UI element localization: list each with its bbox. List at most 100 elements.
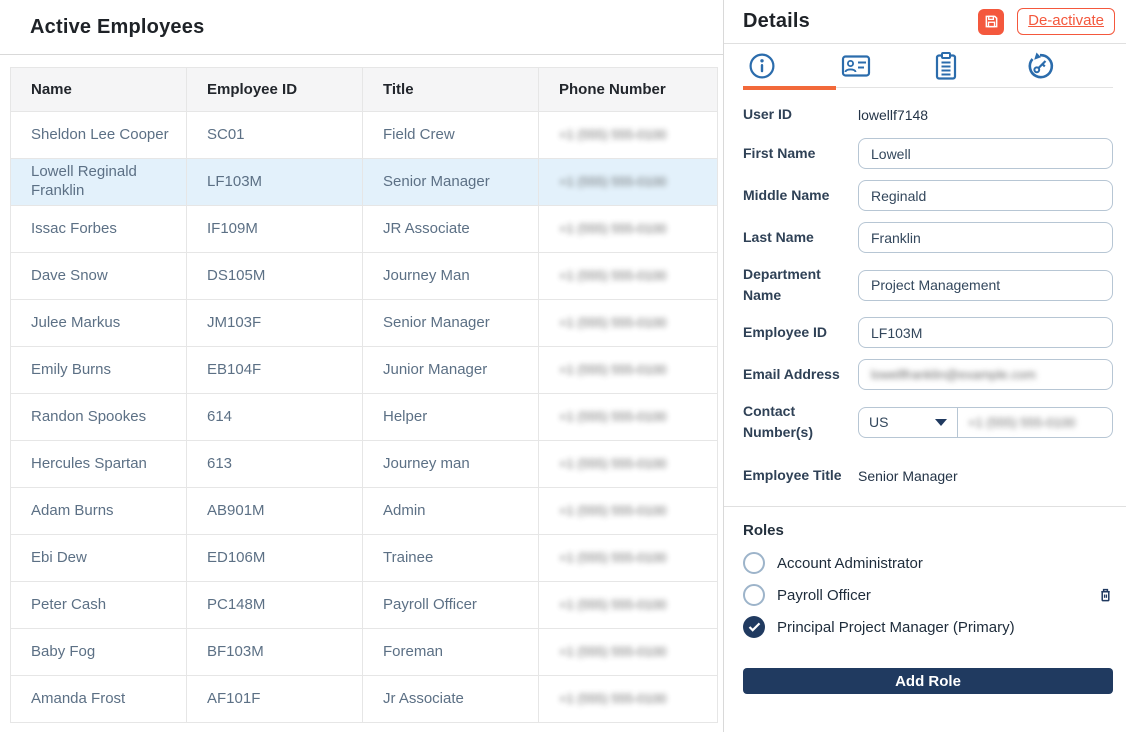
cell-phone-number[interactable]: +1 (555) 555-0100: [538, 393, 718, 441]
cell-title[interactable]: Helper: [362, 393, 539, 441]
cell-title[interactable]: Junior Manager: [362, 346, 539, 394]
cell-name[interactable]: Baby Fog: [10, 628, 187, 676]
middle-name-label: Middle Name: [743, 187, 830, 203]
save-button[interactable]: [978, 8, 1005, 35]
cell-name[interactable]: Randon Spookes: [10, 393, 187, 441]
cell-name[interactable]: Sheldon Lee Cooper: [10, 111, 187, 159]
cell-employee-id[interactable]: 614: [186, 393, 363, 441]
last-name-field[interactable]: [858, 222, 1113, 253]
add-role-button[interactable]: Add Role: [743, 668, 1113, 694]
cell-name[interactable]: Peter Cash: [10, 581, 187, 629]
phone-number-redacted: +1 (555) 555-0100: [559, 549, 667, 565]
table-row[interactable]: Baby Fog BF103M Foreman +1 (555) 555-010…: [10, 628, 718, 676]
cell-title[interactable]: Jr Associate: [362, 675, 539, 723]
table-row[interactable]: Emily Burns EB104F Junior Manager +1 (55…: [10, 346, 718, 394]
cell-phone-number[interactable]: +1 (555) 555-0100: [538, 158, 718, 206]
role-label: Principal Project Manager (Primary): [777, 618, 1015, 636]
cell-employee-id[interactable]: EB104F: [186, 346, 363, 394]
cell-employee-id[interactable]: JM103F: [186, 299, 363, 347]
cell-employee-id[interactable]: IF109M: [186, 205, 363, 253]
cell-employee-id[interactable]: LF103M: [186, 158, 363, 206]
table-row[interactable]: Ebi Dew ED106M Trainee +1 (555) 555-0100: [10, 534, 718, 582]
cell-name[interactable]: Amanda Frost: [10, 675, 187, 723]
cell-phone-number[interactable]: +1 (555) 555-0100: [538, 487, 718, 535]
cell-phone-number[interactable]: +1 (555) 555-0100: [538, 346, 718, 394]
cell-name[interactable]: Lowell Reginald Franklin: [10, 158, 187, 206]
table-row[interactable]: Julee Markus JM103F Senior Manager +1 (5…: [10, 299, 718, 347]
cell-employee-id[interactable]: SC01: [186, 111, 363, 159]
table-row[interactable]: Hercules Spartan 613 Journey man +1 (555…: [10, 440, 718, 488]
cell-employee-id[interactable]: DS105M: [186, 252, 363, 300]
cell-employee-id[interactable]: PC148M: [186, 581, 363, 629]
cell-phone-number[interactable]: +1 (555) 555-0100: [538, 205, 718, 253]
first-name-field[interactable]: [858, 138, 1113, 169]
tab-id-card[interactable]: [836, 44, 929, 87]
delete-role-button[interactable]: [1098, 587, 1113, 603]
info-icon: [747, 51, 777, 81]
cell-name[interactable]: Adam Burns: [10, 487, 187, 535]
active-employees-panel: Active Employees Name Employee ID Title …: [0, 0, 723, 732]
cell-title[interactable]: Foreman: [362, 628, 539, 676]
country-code-select[interactable]: US: [859, 407, 958, 437]
table-row[interactable]: Issac Forbes IF109M JR Associate +1 (555…: [10, 205, 718, 253]
role-radio-unchecked[interactable]: [743, 552, 765, 574]
cell-name[interactable]: Hercules Spartan: [10, 440, 187, 488]
caret-down-icon: [935, 418, 947, 426]
cell-name[interactable]: Dave Snow: [10, 252, 187, 300]
cell-employee-id[interactable]: AF101F: [186, 675, 363, 723]
field-row-middle-name: Middle Name: [743, 180, 1113, 211]
user-id-label: User ID: [743, 106, 793, 122]
cell-name[interactable]: Julee Markus: [10, 299, 187, 347]
cell-phone-number[interactable]: +1 (555) 555-0100: [538, 299, 718, 347]
cell-title[interactable]: Field Crew: [362, 111, 539, 159]
cell-title[interactable]: Admin: [362, 487, 539, 535]
middle-name-field[interactable]: [858, 180, 1113, 211]
phone-number-redacted: +1 (555) 555-0100: [559, 690, 667, 706]
cell-name[interactable]: Emily Burns: [10, 346, 187, 394]
cell-phone-number[interactable]: +1 (555) 555-0100: [538, 252, 718, 300]
deactivate-button[interactable]: De-activate: [1017, 8, 1115, 35]
table-row[interactable]: Amanda Frost AF101F Jr Associate +1 (555…: [10, 675, 718, 723]
employee-table: Name Employee ID Title Phone Number Shel…: [10, 67, 718, 723]
details-header: Details De-activate: [724, 0, 1126, 44]
cell-phone-number[interactable]: +1 (555) 555-0100: [538, 534, 718, 582]
table-row[interactable]: Peter Cash PC148M Payroll Officer +1 (55…: [10, 581, 718, 629]
check-icon: [748, 622, 761, 632]
cell-title[interactable]: Trainee: [362, 534, 539, 582]
cell-title[interactable]: Journey man: [362, 440, 539, 488]
cell-phone-number[interactable]: +1 (555) 555-0100: [538, 581, 718, 629]
cell-title[interactable]: Senior Manager: [362, 158, 539, 206]
department-name-field[interactable]: [858, 269, 1113, 301]
cell-title[interactable]: Senior Manager: [362, 299, 539, 347]
table-row[interactable]: Dave Snow DS105M Journey Man +1 (555) 55…: [10, 252, 718, 300]
employee-id-field[interactable]: [858, 317, 1113, 348]
cell-title[interactable]: Payroll Officer: [362, 581, 539, 629]
cell-phone-number[interactable]: +1 (555) 555-0100: [538, 628, 718, 676]
tab-info[interactable]: [743, 44, 836, 90]
cell-employee-id[interactable]: BF103M: [186, 628, 363, 676]
cell-phone-number[interactable]: +1 (555) 555-0100: [538, 675, 718, 723]
cell-name[interactable]: Ebi Dew: [10, 534, 187, 582]
role-row-payroll-officer: Payroll Officer: [743, 584, 1113, 606]
role-radio-unchecked[interactable]: [743, 584, 765, 606]
table-row[interactable]: Sheldon Lee Cooper SC01 Field Crew +1 (5…: [10, 111, 718, 159]
email-field[interactable]: lowellfranklin@example.com: [858, 359, 1113, 390]
cell-phone-number[interactable]: +1 (555) 555-0100: [538, 111, 718, 159]
cell-name[interactable]: Issac Forbes: [10, 205, 187, 253]
tab-reset-key[interactable]: [1021, 44, 1114, 87]
table-row[interactable]: Randon Spookes 614 Helper +1 (555) 555-0…: [10, 393, 718, 441]
cell-employee-id[interactable]: AB901M: [186, 487, 363, 535]
column-header-title: Title: [362, 67, 539, 112]
role-radio-checked[interactable]: [743, 616, 765, 638]
cell-title[interactable]: Journey Man: [362, 252, 539, 300]
cell-title[interactable]: JR Associate: [362, 205, 539, 253]
tab-clipboard[interactable]: [928, 44, 1021, 87]
details-tabs: [724, 44, 1126, 90]
table-row[interactable]: Adam Burns AB901M Admin +1 (555) 555-010…: [10, 487, 718, 535]
contact-number-field[interactable]: +1 (555) 555-0100: [958, 408, 1112, 437]
last-name-label: Last Name: [743, 229, 814, 245]
table-row[interactable]: Lowell Reginald Franklin LF103M Senior M…: [10, 158, 718, 206]
cell-phone-number[interactable]: +1 (555) 555-0100: [538, 440, 718, 488]
cell-employee-id[interactable]: ED106M: [186, 534, 363, 582]
cell-employee-id[interactable]: 613: [186, 440, 363, 488]
